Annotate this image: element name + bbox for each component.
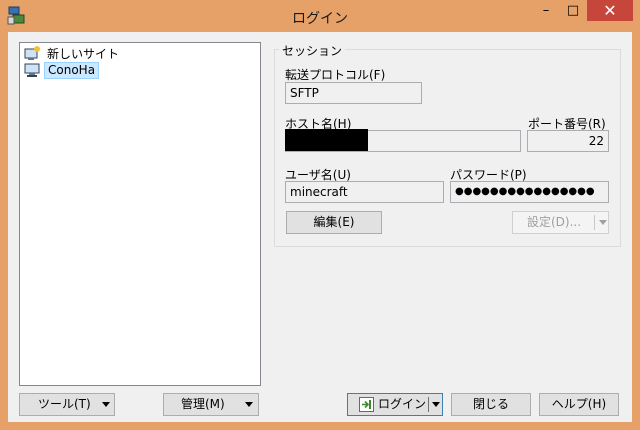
redacted-host: [285, 129, 368, 151]
site-tree[interactable]: 新しいサイト ConoHa: [19, 42, 261, 386]
settings-dropdown-icon[interactable]: [599, 220, 607, 225]
dialog-body: 新しいサイト ConoHa セッション 転送プロトコル(F) SFTP ホスト名…: [8, 32, 632, 422]
manage-label: 管理(M): [181, 397, 225, 411]
minimize-button[interactable]: –: [533, 0, 559, 21]
settings-label: 設定(D)...: [527, 215, 582, 229]
protocol-select[interactable]: SFTP: [285, 82, 422, 104]
help-button[interactable]: ヘルプ(H): [539, 393, 619, 416]
login-button[interactable]: ログイン: [347, 393, 443, 416]
settings-button[interactable]: 設定(D)...: [512, 211, 609, 234]
login-dropdown-icon[interactable]: [432, 402, 440, 407]
tools-label: ツール(T): [38, 397, 91, 411]
maximize-button[interactable]: □: [560, 0, 586, 21]
manage-button[interactable]: 管理(M): [163, 393, 259, 416]
close-button[interactable]: 閉じる: [451, 393, 531, 416]
login-icon: [359, 397, 374, 412]
password-input[interactable]: ●●●●●●●●●●●●●●●●: [450, 181, 609, 203]
close-window-button[interactable]: ✕: [587, 0, 633, 21]
new-site-icon: [24, 46, 40, 60]
login-label: ログイン: [378, 397, 427, 411]
tools-dropdown-icon: [102, 402, 110, 407]
edit-button[interactable]: 編集(E): [286, 211, 382, 234]
session-legend: セッション: [279, 42, 346, 59]
port-input[interactable]: 22: [527, 130, 609, 152]
login-dialog: ログイン – □ ✕ 新しいサイト ConoHa セッション 転送プロトコル(F…: [0, 0, 640, 430]
user-input[interactable]: minecraft: [285, 181, 444, 203]
settings-separator: [594, 215, 595, 230]
tools-button[interactable]: ツール(T): [19, 393, 115, 416]
tree-item-label: ConoHa: [44, 61, 100, 79]
protocol-label: 転送プロトコル(F): [285, 68, 386, 82]
tree-item-new-site[interactable]: 新しいサイト: [24, 46, 122, 62]
login-separator: [428, 397, 429, 412]
tree-item-label: 新しいサイト: [47, 46, 120, 61]
title-bar: ログイン – □ ✕: [0, 0, 640, 32]
manage-dropdown-icon: [245, 402, 253, 407]
computer-icon: [24, 63, 40, 77]
tree-item-conoha[interactable]: ConoHa: [24, 61, 100, 79]
